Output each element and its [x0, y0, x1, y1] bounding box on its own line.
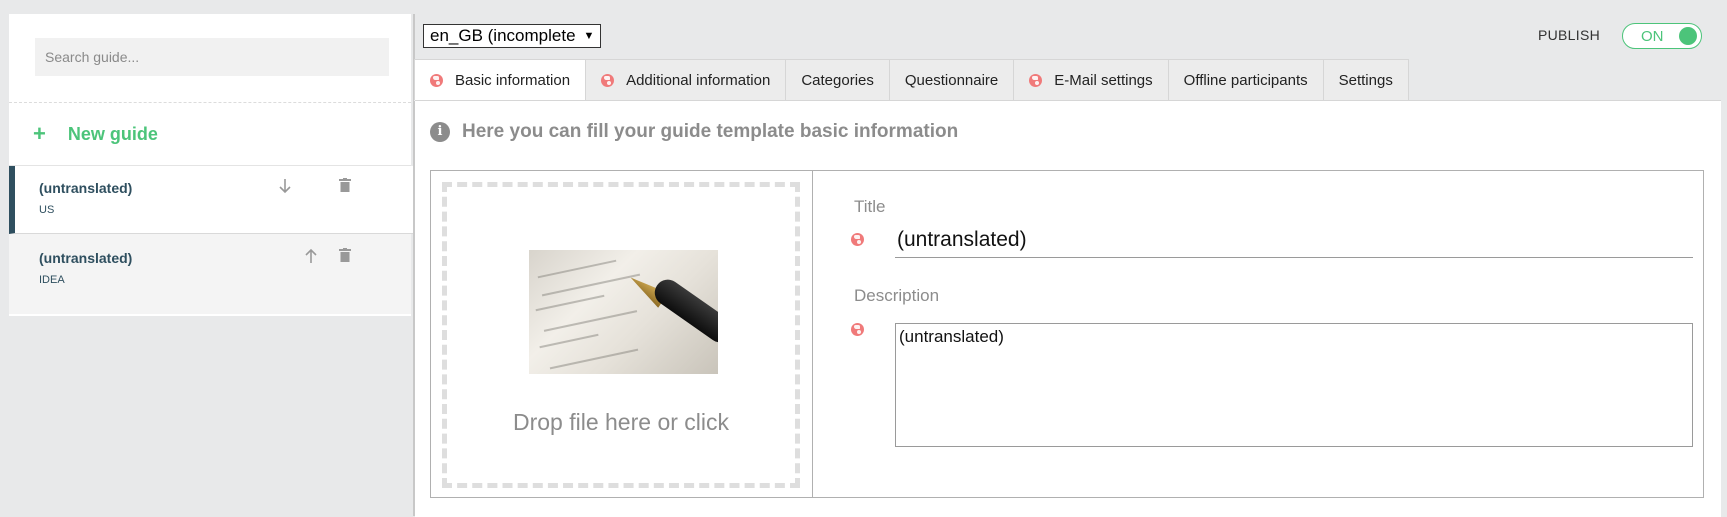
- description-label: Description: [854, 286, 940, 305]
- globe-icon: [851, 323, 864, 336]
- guide-subtitle: US: [39, 204, 55, 216]
- new-guide-button[interactable]: + New guide: [9, 103, 411, 166]
- globe-icon: [430, 73, 443, 87]
- move-up-icon[interactable]: [301, 248, 321, 268]
- plus-icon: +: [33, 121, 46, 146]
- toggle-knob: [1679, 27, 1697, 45]
- tab-settings[interactable]: Settings: [1323, 59, 1409, 101]
- toggle-state-label: ON: [1641, 28, 1664, 45]
- new-guide-label: New guide: [67, 123, 158, 144]
- publish-label: PUBLISH: [1538, 27, 1601, 43]
- tab-basic-information[interactable]: Basic information: [414, 59, 587, 101]
- guide-title: (untranslated): [39, 250, 133, 266]
- move-down-icon[interactable]: [275, 178, 295, 198]
- image-dropzone[interactable]: Drop file here or click: [442, 182, 800, 488]
- info-text: Here you can fill your guide template ba…: [462, 121, 959, 142]
- title-input[interactable]: [895, 223, 1693, 258]
- tab-questionnaire[interactable]: Questionnaire: [889, 59, 1015, 101]
- search-input[interactable]: [35, 38, 389, 76]
- tab-bar: Basic information Additional information…: [414, 59, 1409, 101]
- guide-subtitle: IDEA: [39, 274, 65, 286]
- guide-list-item-idea[interactable]: (untranslated) IDEA: [9, 234, 411, 314]
- tab-additional-information[interactable]: Additional information: [586, 59, 787, 101]
- globe-icon: [1029, 73, 1043, 87]
- search-container: [9, 14, 411, 103]
- tab-label: Questionnaire: [904, 71, 999, 89]
- guide-form: Drop file here or click Title Descriptio…: [430, 170, 1704, 498]
- title-label: Title: [854, 197, 886, 216]
- info-icon: i: [430, 122, 450, 142]
- tab-categories[interactable]: Categories: [786, 59, 890, 101]
- dropdown-caret-icon: ▼: [583, 30, 595, 42]
- dropzone-text: Drop file here or click: [512, 409, 730, 435]
- tab-label: Categories: [801, 71, 874, 89]
- delete-icon[interactable]: [335, 248, 355, 268]
- globe-icon: [851, 233, 864, 246]
- description-textarea[interactable]: (untranslated): [895, 323, 1693, 447]
- cover-image: [529, 250, 718, 374]
- delete-icon[interactable]: [335, 178, 355, 198]
- guide-title: (untranslated): [39, 180, 133, 196]
- info-banner: i Here you can fill your guide template …: [430, 121, 958, 143]
- tab-email-settings[interactable]: E-Mail settings: [1014, 59, 1169, 101]
- publish-toggle[interactable]: ON: [1622, 23, 1702, 49]
- basic-information-panel: i Here you can fill your guide template …: [415, 100, 1721, 517]
- tab-label: E-Mail settings: [1054, 71, 1153, 89]
- guide-list-item-us[interactable]: (untranslated) US: [9, 166, 415, 234]
- tab-label: Settings: [1338, 71, 1393, 89]
- tab-offline-participants[interactable]: Offline participants: [1168, 59, 1324, 101]
- tab-label: Offline participants: [1183, 71, 1308, 89]
- globe-icon: [601, 73, 615, 87]
- form-column-divider: [812, 171, 813, 497]
- language-select[interactable]: en_GB (incomplete ▼: [423, 24, 602, 48]
- tab-label: Additional information: [626, 71, 771, 89]
- tab-label: Basic information: [455, 71, 571, 89]
- language-value: en_GB (incomplete: [430, 26, 576, 45]
- guide-sidebar: + New guide (untranslated) US (untransla…: [9, 14, 415, 316]
